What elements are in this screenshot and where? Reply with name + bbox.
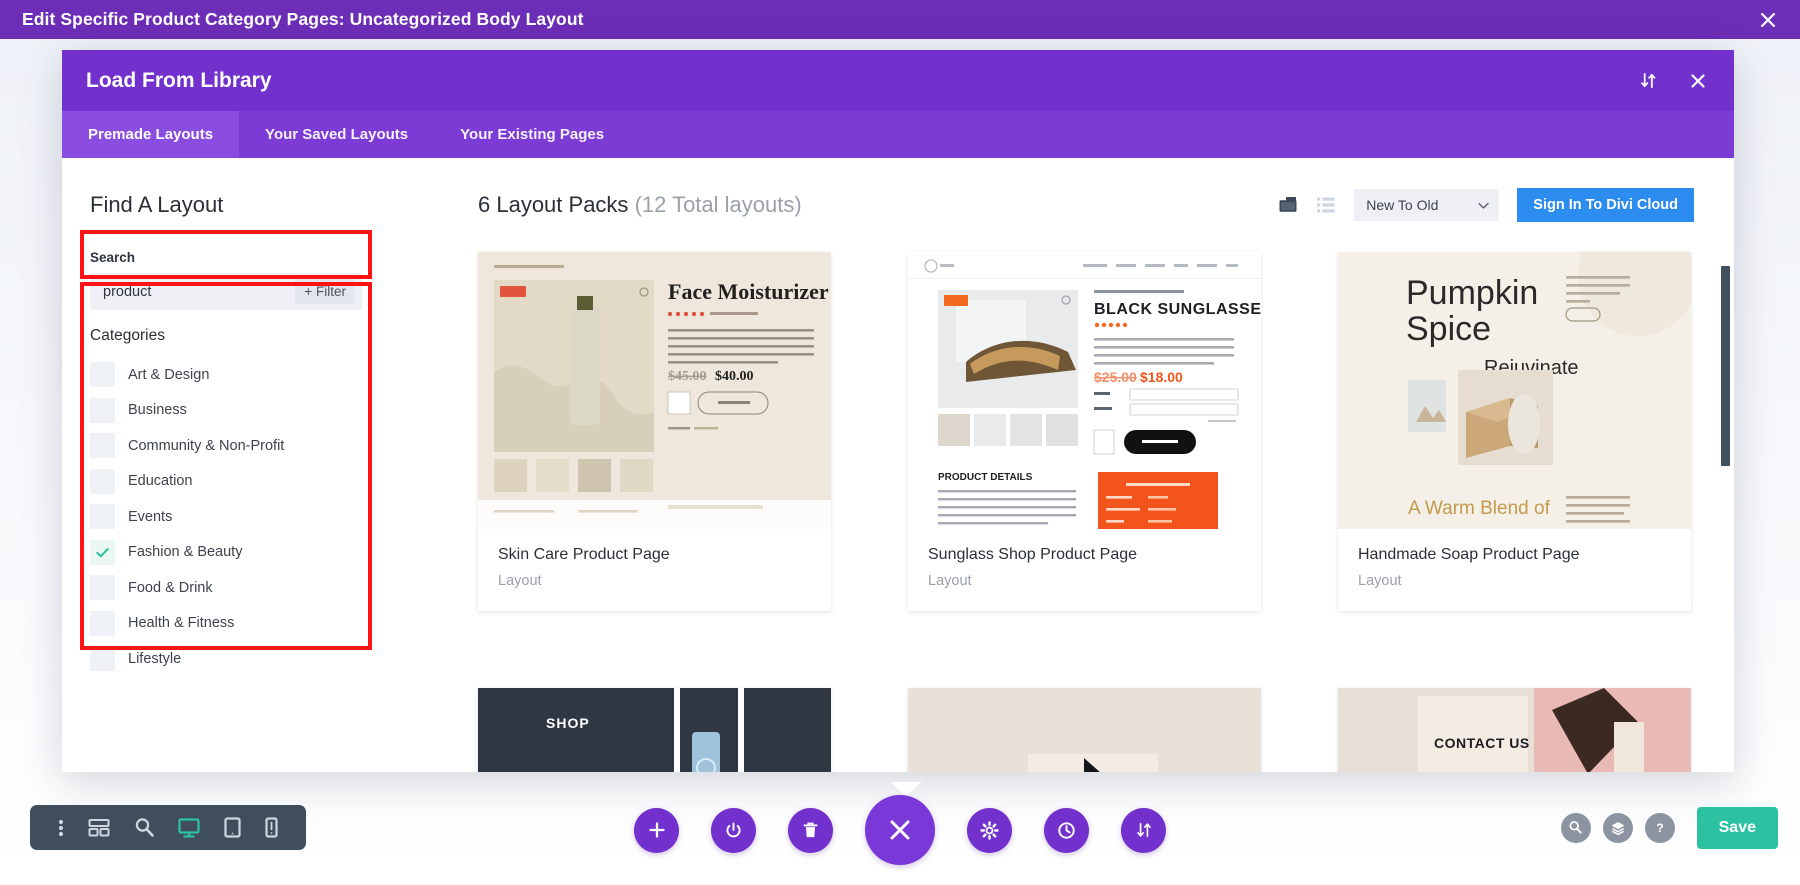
trash-button[interactable] [788, 807, 833, 853]
layout-card[interactable]: CONTACT US [1338, 688, 1691, 772]
vertical-dots-icon[interactable] [58, 818, 64, 838]
sign-in-divi-cloud-button[interactable]: Sign In To Divi Cloud [1517, 188, 1694, 222]
modal-title: Load From Library [86, 68, 272, 92]
layout-packs-count: 6 Layout Packs (12 Total layouts) [478, 192, 802, 218]
desktop-icon[interactable] [178, 817, 200, 838]
close-builder-button[interactable] [865, 795, 935, 865]
modal-close-icon[interactable] [1688, 71, 1708, 91]
beige-thumb-art [908, 688, 1261, 772]
history-icon[interactable] [1044, 807, 1089, 853]
layout-card-meta: Skin Care Product Page Layout [478, 529, 831, 611]
power-button[interactable] [711, 807, 756, 853]
close-icon[interactable] [1758, 10, 1778, 30]
layout-card[interactable]: Face Moisturizer $45.00 $40.00 Skin Care… [478, 252, 831, 611]
wireframe-icon[interactable] [88, 818, 110, 838]
tab-label: Premade Layouts [88, 126, 214, 143]
layout-card-title: Skin Care Product Page [498, 546, 670, 563]
svg-text:$45.00: $45.00 [668, 369, 707, 384]
packs-count-text: 6 Layout Packs [478, 192, 629, 217]
svg-text:?: ? [1656, 821, 1663, 835]
svg-text:$18.00: $18.00 [1140, 369, 1183, 385]
zoom-icon[interactable] [134, 817, 155, 838]
svg-text:SHOP: SHOP [546, 715, 590, 731]
modal-body: Find A Layout Search + Filter Categories… [62, 158, 1734, 772]
phone-icon[interactable] [265, 817, 278, 838]
layout-cards-grid: Face Moisturizer $45.00 $40.00 Skin Care… [478, 252, 1694, 772]
svg-text:BLACK SUNGLASSES: BLACK SUNGLASSES [1094, 301, 1261, 318]
packs-total-text: (12 Total layouts) [634, 192, 802, 217]
load-from-library-modal: Load From Library Premade Layouts Your S… [62, 50, 1734, 772]
layout-card-title: Sunglass Shop Product Page [928, 546, 1138, 563]
builder-right-toolbar: ? Save [1560, 805, 1778, 850]
layers-icon[interactable] [1602, 812, 1633, 843]
layout-thumbnail[interactable]: CONTACT US [1338, 688, 1691, 772]
admin-topbar: Edit Specific Product Category Pages: Un… [0, 0, 1800, 39]
layout-card-title: Handmade Soap Product Page [1358, 546, 1580, 563]
add-section-button[interactable] [634, 807, 679, 853]
shop-dark-thumb-art: SHOP [478, 688, 831, 772]
sort-updown-icon[interactable] [1121, 807, 1166, 853]
sidebar-heading: Find A Layout [90, 192, 224, 217]
tab-label: Your Existing Pages [460, 126, 605, 143]
svg-text:A Warm Blend of: A Warm Blend of [1408, 498, 1551, 519]
modal-header: Load From Library [62, 50, 1734, 111]
content-header: 6 Layout Packs (12 Total layouts) New To… [478, 188, 1694, 222]
svg-text:Spice: Spice [1406, 310, 1491, 348]
layout-thumbnail[interactable]: Pumpkin Spice Rejuvinate A Warm Blend of [1338, 252, 1691, 529]
layout-card-subtitle: Layout [1358, 573, 1402, 589]
layout-card[interactable]: BLACK SUNGLASSES $25.00 $18.00 PRODUCT D… [908, 252, 1261, 611]
contact-thumb-art: CONTACT US [1338, 688, 1691, 772]
svg-text:CONTACT US: CONTACT US [1434, 735, 1530, 751]
layout-thumbnail[interactable]: BLACK SUNGLASSES $25.00 $18.00 PRODUCT D… [908, 252, 1261, 529]
layout-card-meta: Sunglass Shop Product Page Layout [908, 529, 1261, 611]
sort-value: New To Old [1366, 197, 1439, 213]
save-button[interactable]: Save [1696, 806, 1778, 849]
tablet-icon[interactable] [224, 817, 241, 838]
layout-card-subtitle: Layout [498, 573, 542, 589]
category-label: Lifestyle [128, 650, 182, 667]
tab-your-existing-pages[interactable]: Your Existing Pages [434, 111, 630, 158]
layouts-content: 6 Layout Packs (12 Total layouts) New To… [450, 158, 1734, 772]
layout-card[interactable]: Pumpkin Spice Rejuvinate A Warm Blend of… [1338, 252, 1691, 611]
toolbar-pointer [890, 782, 922, 796]
search-icon[interactable] [1560, 812, 1591, 843]
svg-text:PRODUCT DETAILS: PRODUCT DETAILS [938, 472, 1033, 483]
list-icon[interactable] [1316, 196, 1336, 214]
sort-updown-icon[interactable] [1639, 71, 1658, 90]
help-icon[interactable]: ? [1644, 812, 1675, 843]
skincare-thumb-art: Face Moisturizer $45.00 $40.00 [478, 252, 831, 529]
layout-card[interactable] [908, 688, 1261, 772]
folder-icon[interactable] [1278, 196, 1298, 215]
categories-highlight-annotation [80, 282, 372, 650]
svg-text:Pumpkin: Pumpkin [1406, 274, 1538, 312]
modal-header-actions [1639, 71, 1708, 91]
svg-text:$25.00: $25.00 [1094, 369, 1137, 385]
content-controls: New To Old Sign In To Divi Cloud [1278, 188, 1694, 222]
content-scrollbar[interactable] [1721, 266, 1730, 466]
tab-your-saved-layouts[interactable]: Your Saved Layouts [239, 111, 434, 158]
layout-thumbnail[interactable] [908, 688, 1261, 772]
gear-icon[interactable] [967, 807, 1012, 853]
soap-thumb-art: Pumpkin Spice Rejuvinate A Warm Blend of [1338, 252, 1691, 529]
chevron-down-icon [1478, 197, 1489, 213]
page-title: Edit Specific Product Category Pages: Un… [22, 9, 584, 29]
svg-text:Face Moisturizer: Face Moisturizer [668, 279, 829, 304]
app-root: Edit Specific Product Category Pages: Un… [0, 0, 1800, 885]
find-a-layout-sidebar: Find A Layout Search + Filter Categories… [62, 158, 450, 772]
view-mode-toolbar [30, 805, 306, 850]
svg-text:$40.00: $40.00 [715, 369, 754, 384]
layout-thumbnail[interactable]: SHOP [478, 688, 831, 772]
sort-select[interactable]: New To Old [1354, 189, 1500, 221]
search-highlight-annotation [80, 230, 372, 279]
tab-premade-layouts[interactable]: Premade Layouts [62, 111, 240, 158]
modal-tabs: Premade Layouts Your Saved Layouts Your … [62, 111, 1734, 158]
layout-card-subtitle: Layout [928, 573, 972, 589]
checkbox[interactable] [90, 646, 115, 672]
tab-label: Your Saved Layouts [265, 126, 409, 143]
layout-card[interactable]: SHOP [478, 688, 831, 772]
layout-thumbnail[interactable]: Face Moisturizer $45.00 $40.00 [478, 252, 831, 529]
sunglass-thumb-art: BLACK SUNGLASSES $25.00 $18.00 PRODUCT D… [908, 252, 1261, 529]
layout-card-meta: Handmade Soap Product Page Layout [1338, 529, 1691, 611]
